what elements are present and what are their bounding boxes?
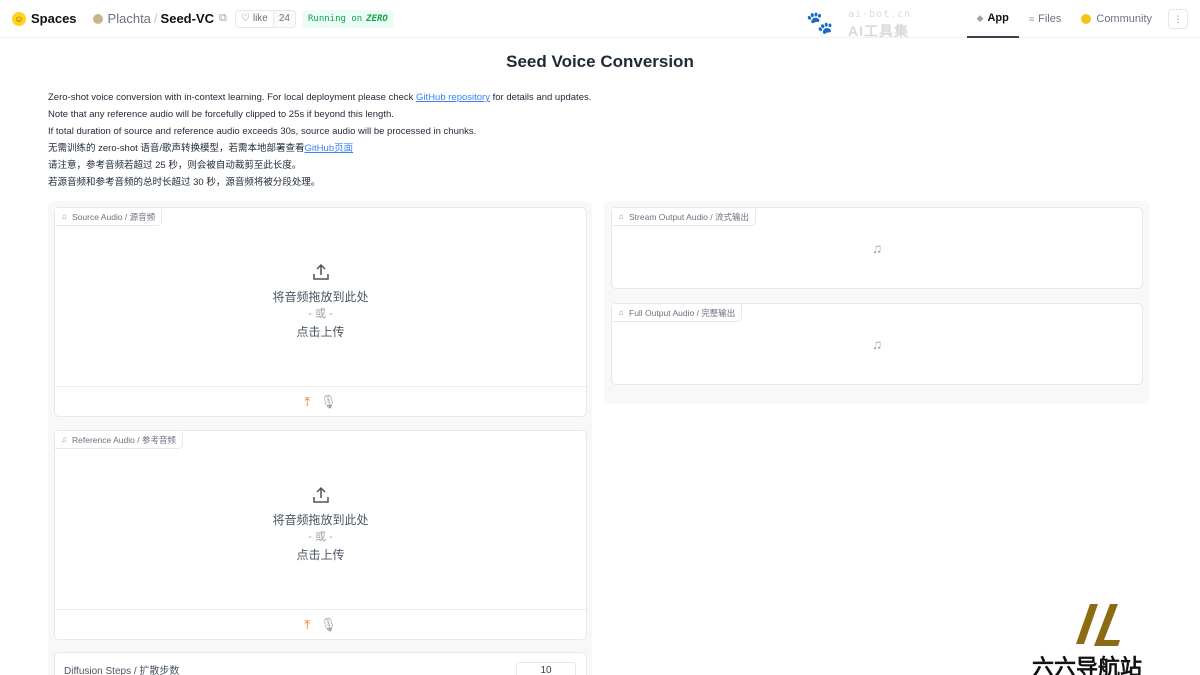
community-icon [1081, 14, 1092, 24]
paw-logo-icon: 🐾 [806, 10, 834, 35]
desc-line-6: 若源音频和参考音频的总时长超过 30 秒，源音频将被分段处理。 [48, 177, 321, 188]
status-hardware: ZERO [366, 13, 388, 24]
drop-text: 将音频拖放到此处 [272, 513, 369, 527]
desc-line-1: Zero-shot voice conversion with in-conte… [48, 89, 591, 106]
upload-icon [312, 263, 329, 280]
full-output-audio: ♫ Full Output Audio / 完整输出 ♫ [611, 303, 1143, 385]
or-text: - 或 - [308, 531, 333, 543]
watermark: 🐾 ai-bot.cn AI工具集 [806, 8, 926, 39]
corner-watermark-logo: 六六导航站 [1030, 604, 1170, 675]
corner-logo-text: 六六导航站 [1032, 656, 1143, 675]
upload-source-icon[interactable]: ⤒ [304, 394, 310, 410]
files-icon: ≡ [1028, 14, 1035, 24]
or-text: - 或 - [308, 308, 333, 320]
like-button[interactable]: ♡ like 24 [234, 9, 296, 28]
upload-reference-icon[interactable]: ⤒ [304, 617, 310, 633]
stream-output-audio: ♫ Stream Output Audio / 流式输出 ♫ [611, 207, 1143, 289]
music-note-icon: ♫ [61, 435, 67, 444]
click-to-upload-text: 点击上传 [296, 325, 345, 339]
github-repository-link[interactable]: GitHub repository [416, 92, 490, 103]
upload-icon [312, 486, 329, 503]
reference-audio-label: ♫ Reference Audio / 参考音频 [55, 431, 183, 449]
stream-output-label-text: Stream Output Audio / 流式输出 [629, 211, 749, 222]
music-note-icon: ♫ [618, 212, 624, 221]
slash-logo-icon [1076, 604, 1120, 646]
desc-line-2: Note that any reference audio will be fo… [48, 109, 394, 120]
space-tabs: ◆ App ≡ Files Community ⋮ [966, 0, 1188, 38]
desc-line-1-text: Zero-shot voice conversion with in-conte… [48, 92, 417, 103]
spaces-link[interactable]: Spaces [31, 11, 77, 26]
empty-audio-icon: ♫ [871, 240, 883, 256]
description: Zero-shot voice conversion with in-conte… [48, 89, 591, 191]
diffusion-steps-label: Diffusion Steps / 扩散步数 [64, 666, 180, 675]
heart-icon: ♡ [240, 13, 250, 24]
owner-avatar [92, 13, 103, 24]
source-audio-label-text: Source Audio / 源音频 [72, 211, 156, 222]
desc-line-1-tail: for details and updates. [489, 92, 592, 103]
source-audio-label: ♫ Source Audio / 源音频 [55, 208, 163, 226]
running-status-badge: Running on ZERO [301, 9, 394, 28]
reference-audio-toolbar: ⤒ 🎙 [55, 609, 586, 639]
tab-app-label: App [987, 12, 1009, 24]
full-output-label-text: Full Output Audio / 完整输出 [629, 307, 736, 318]
drop-text: 将音频拖放到此处 [272, 290, 369, 304]
tab-app[interactable]: ◆ App [966, 0, 1019, 38]
owner-link[interactable]: Plachta [108, 11, 151, 26]
empty-audio-icon: ♫ [871, 336, 883, 352]
music-note-icon: ♫ [618, 308, 624, 317]
desc-line-5: 请注意，参考音频若超过 25 秒，则会被自动裁剪至此长度。 [48, 160, 302, 171]
github-page-link[interactable]: GitHub页面 [305, 143, 354, 154]
music-note-icon: ♫ [61, 212, 67, 221]
repo-name-link[interactable]: Seed-VC [161, 11, 214, 26]
stream-output-label: ♫ Stream Output Audio / 流式输出 [612, 208, 756, 226]
reference-audio-upload[interactable]: ♫ Reference Audio / 参考音频 将音频拖放到此处 - 或 - … [54, 430, 587, 640]
desc-line-4: 无需训练的 zero-shot 语音/歌声转换模型，若需本地部署查看GitHub… [48, 140, 591, 157]
source-drop-zone[interactable]: 将音频拖放到此处 - 或 - 点击上传 [55, 262, 586, 341]
watermark-line1: ai-bot.cn [848, 9, 912, 20]
source-audio-toolbar: ⤒ 🎙 [55, 386, 586, 416]
tab-files[interactable]: ≡ Files [1019, 0, 1072, 38]
huggingface-logo-icon[interactable]: ☺ [12, 11, 26, 26]
click-to-upload-text: 点击上传 [296, 548, 345, 562]
desc-line-3: If total duration of source and referenc… [48, 126, 477, 137]
copy-icon[interactable]: ⧉ [219, 12, 227, 25]
desc-line-4-text: 无需训练的 zero-shot 语音/歌声转换模型，若需本地部署查看 [48, 143, 305, 154]
page-title: Seed Voice Conversion [506, 52, 694, 71]
watermark-line2: AI工具集 [848, 23, 909, 39]
diffusion-steps-input[interactable]: 10 [516, 662, 576, 675]
tab-community-label: Community [1096, 13, 1152, 25]
like-count: 24 [272, 10, 295, 27]
tab-community[interactable]: Community [1071, 0, 1162, 38]
diffusion-steps-slider[interactable]: Diffusion Steps / 扩散步数 10 [54, 652, 587, 675]
full-output-label: ♫ Full Output Audio / 完整输出 [612, 304, 743, 322]
like-label: like [252, 13, 268, 24]
tab-files-label: Files [1038, 13, 1062, 25]
microphone-icon[interactable]: 🎙 [320, 394, 337, 410]
status-prefix: Running on [307, 13, 363, 24]
app-icon: ◆ [976, 12, 984, 23]
reference-drop-zone[interactable]: 将音频拖放到此处 - 或 - 点击上传 [55, 485, 586, 564]
source-audio-upload[interactable]: ♫ Source Audio / 源音频 将音频拖放到此处 - 或 - 点击上传… [54, 207, 587, 417]
breadcrumb-separator: / [153, 11, 158, 26]
more-options-icon[interactable]: ⋮ [1168, 9, 1188, 29]
microphone-icon[interactable]: 🎙 [320, 617, 337, 633]
reference-audio-label-text: Reference Audio / 参考音频 [72, 434, 176, 445]
